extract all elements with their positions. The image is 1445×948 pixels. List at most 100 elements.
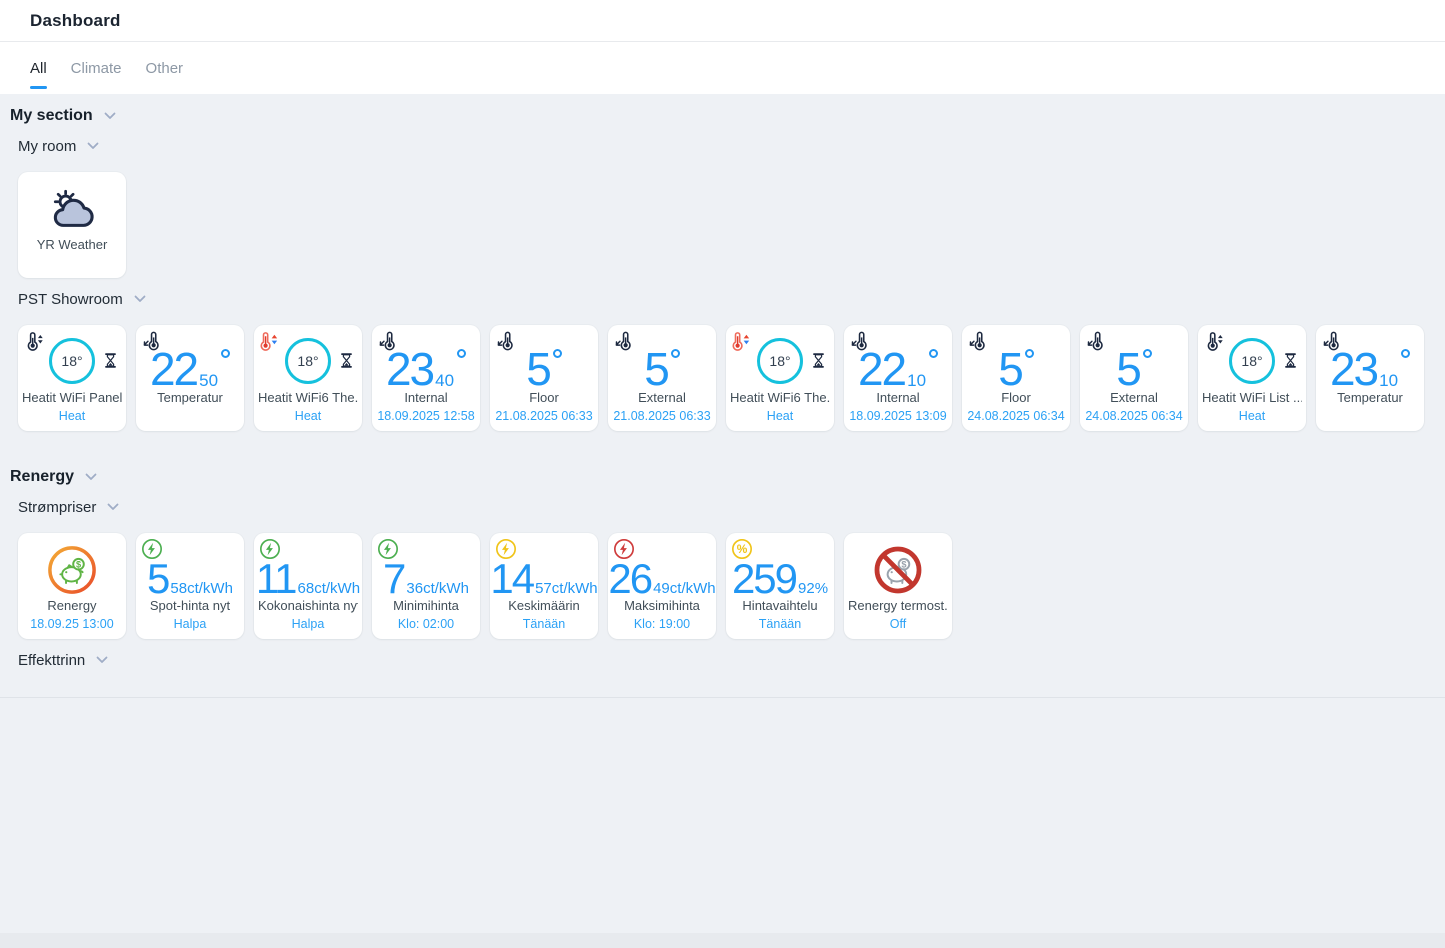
section-renergy: Renergy Strømpriser $Renergy18.09.25 13:… (0, 467, 1445, 686)
card-value: 1168ct/kWh (254, 558, 362, 600)
card-value: 558ct/kWh (136, 558, 244, 600)
card-value: 1457ct/kWh (490, 558, 598, 600)
card-status: Halpa (138, 617, 242, 631)
chevron-down-icon[interactable] (83, 469, 99, 485)
card-label: Floor (966, 390, 1066, 405)
group-title-text: Strømpriser (18, 499, 96, 516)
card-label: Spot-hinta nyt (140, 598, 240, 613)
value-integer: 7 (383, 558, 404, 600)
group-strompriser: Strømpriser $Renergy18.09.25 13:00558ct/… (0, 498, 1445, 639)
setpoint-ring: 18° (285, 338, 331, 384)
measurement-card[interactable]: 5External 21.08.2025 06:33 (608, 325, 716, 431)
measurement-card[interactable]: 5Floor21.08.2025 06:33 (490, 325, 598, 431)
card-label: Internal (848, 390, 948, 405)
group-header-effekttrinn[interactable]: Effekttrinn (0, 651, 1445, 669)
card-value: 25992% (726, 558, 834, 600)
measurement-card[interactable]: 2250Temperatur (136, 325, 244, 431)
card-value: 2210 (844, 346, 952, 392)
group-title-text: My room (18, 138, 76, 155)
tab-other[interactable]: Other (146, 42, 184, 94)
price-card[interactable]: %25992%HintavaihteluTänään (726, 533, 834, 639)
group-title-text: Effekttrinn (18, 652, 85, 669)
measurement-card[interactable]: 5External 24.08.2025 06:34 (1080, 325, 1188, 431)
thermostat-card[interactable]: 18°Heatit WiFi List ...Heat (1198, 325, 1306, 431)
card-value: 2250 (136, 346, 244, 392)
card-label: Heatit WiFi Panel... (22, 390, 122, 405)
card-label: Heatit WiFi List ... (1202, 390, 1302, 405)
measurement-card[interactable]: 2210Internal18.09.2025 13:09 (844, 325, 952, 431)
card-label: Internal (376, 390, 476, 405)
logo-card[interactable]: $Renergy18.09.25 13:00 (18, 533, 126, 639)
card-status: Heat (256, 409, 360, 423)
value-fraction: 10 (907, 372, 926, 389)
card-value: 2340 (372, 346, 480, 392)
card-label: Heatit WiFi6 The... (258, 390, 358, 405)
price-card[interactable]: 558ct/kWhSpot-hinta nyt Halpa (136, 533, 244, 639)
card-status: Heat (20, 409, 124, 423)
price-card[interactable]: 1168ct/kWhKokonaishinta nytHalpa (254, 533, 362, 639)
card-status: Tänään (492, 617, 596, 631)
degree-symbol (1143, 349, 1152, 358)
card-value: 5 (490, 346, 598, 392)
card-label: External (1084, 390, 1184, 405)
thermostat-card[interactable]: 18°Heatit WiFi Panel...Heat (18, 325, 126, 431)
card-status: Tänään (728, 617, 832, 631)
value-fraction: 68ct/kWh (298, 581, 361, 596)
dashboard-content: My section My room YR Weather PST Showro… (0, 94, 1445, 698)
card-label: Temperatur (1320, 390, 1420, 405)
tab-climate[interactable]: Climate (71, 42, 122, 94)
card-label: YR Weather (22, 237, 122, 252)
price-card[interactable]: 2649ct/kWhMaksimihintaKlo: 19:00 (608, 533, 716, 639)
value-fraction: 50 (199, 372, 218, 389)
tab-all[interactable]: All (30, 42, 47, 94)
value-fraction: 58ct/kWh (170, 581, 233, 596)
chevron-down-icon[interactable] (132, 291, 148, 307)
group-header-pst-showroom[interactable]: PST Showroom (0, 290, 1445, 308)
chevron-down-icon[interactable] (105, 499, 121, 515)
value-integer: 5 (644, 346, 668, 392)
page-title: Dashboard (30, 11, 121, 31)
section-my-section: My section My room YR Weather PST Showro… (0, 106, 1445, 431)
value-integer: 26 (608, 558, 651, 600)
section-title-text: My section (10, 107, 93, 125)
price-card[interactable]: 1457ct/kWhKeskimäärin Tänään (490, 533, 598, 639)
piggy-bank-off-icon: $ (872, 544, 924, 596)
card-value: 2649ct/kWh (608, 558, 716, 600)
chevron-down-icon[interactable] (85, 138, 101, 154)
section-header-renergy[interactable]: Renergy (0, 467, 1445, 486)
degree-symbol (671, 349, 680, 358)
card-label: External (612, 390, 712, 405)
group-header-my-room[interactable]: My room (0, 137, 1445, 155)
measurement-card[interactable]: 2340Internal 18.09.2025 12:58 (372, 325, 480, 431)
chevron-down-icon[interactable] (102, 108, 118, 124)
value-integer: 23 (1330, 346, 1377, 392)
value-integer: 22 (150, 346, 197, 392)
card-label: Keskimäärin (494, 598, 594, 613)
hourglass-icon (338, 352, 355, 369)
app-header: Dashboard (0, 0, 1445, 42)
card-value: 5 (1080, 346, 1188, 392)
card-status: Klo: 19:00 (610, 617, 714, 631)
logo-off-card[interactable]: $Renergy termost...Off (844, 533, 952, 639)
degree-symbol (457, 349, 466, 358)
degree-symbol (1025, 349, 1034, 358)
tab-bar: All Climate Other (0, 42, 1445, 94)
value-fraction: 40 (435, 372, 454, 389)
price-card[interactable]: 736ct/kWhMinimihintaKlo: 02:00 (372, 533, 480, 639)
group-title-text: PST Showroom (18, 291, 123, 308)
measurement-card[interactable]: 2310Temperatur (1316, 325, 1424, 431)
group-header-strompriser[interactable]: Strømpriser (0, 498, 1445, 516)
chevron-down-icon[interactable] (94, 652, 110, 668)
card-status: 21.08.2025 06:33 (610, 409, 714, 423)
thermostat-card[interactable]: 18°Heatit WiFi6 The...Heat (726, 325, 834, 431)
group-my-room: My room YR Weather (0, 137, 1445, 278)
value-fraction: 10 (1379, 372, 1398, 389)
card-status: 18.09.2025 12:58 (374, 409, 478, 423)
section-header-my-section[interactable]: My section (0, 106, 1445, 125)
degree-symbol (1401, 349, 1410, 358)
value-integer: 5 (1116, 346, 1140, 392)
weather-card[interactable]: YR Weather (18, 172, 126, 278)
card-status: 24.08.2025 06:34 (1082, 409, 1186, 423)
measurement-card[interactable]: 5Floor24.08.2025 06:34 (962, 325, 1070, 431)
thermostat-card[interactable]: 18° Heatit WiFi6 The... Heat (254, 325, 362, 431)
